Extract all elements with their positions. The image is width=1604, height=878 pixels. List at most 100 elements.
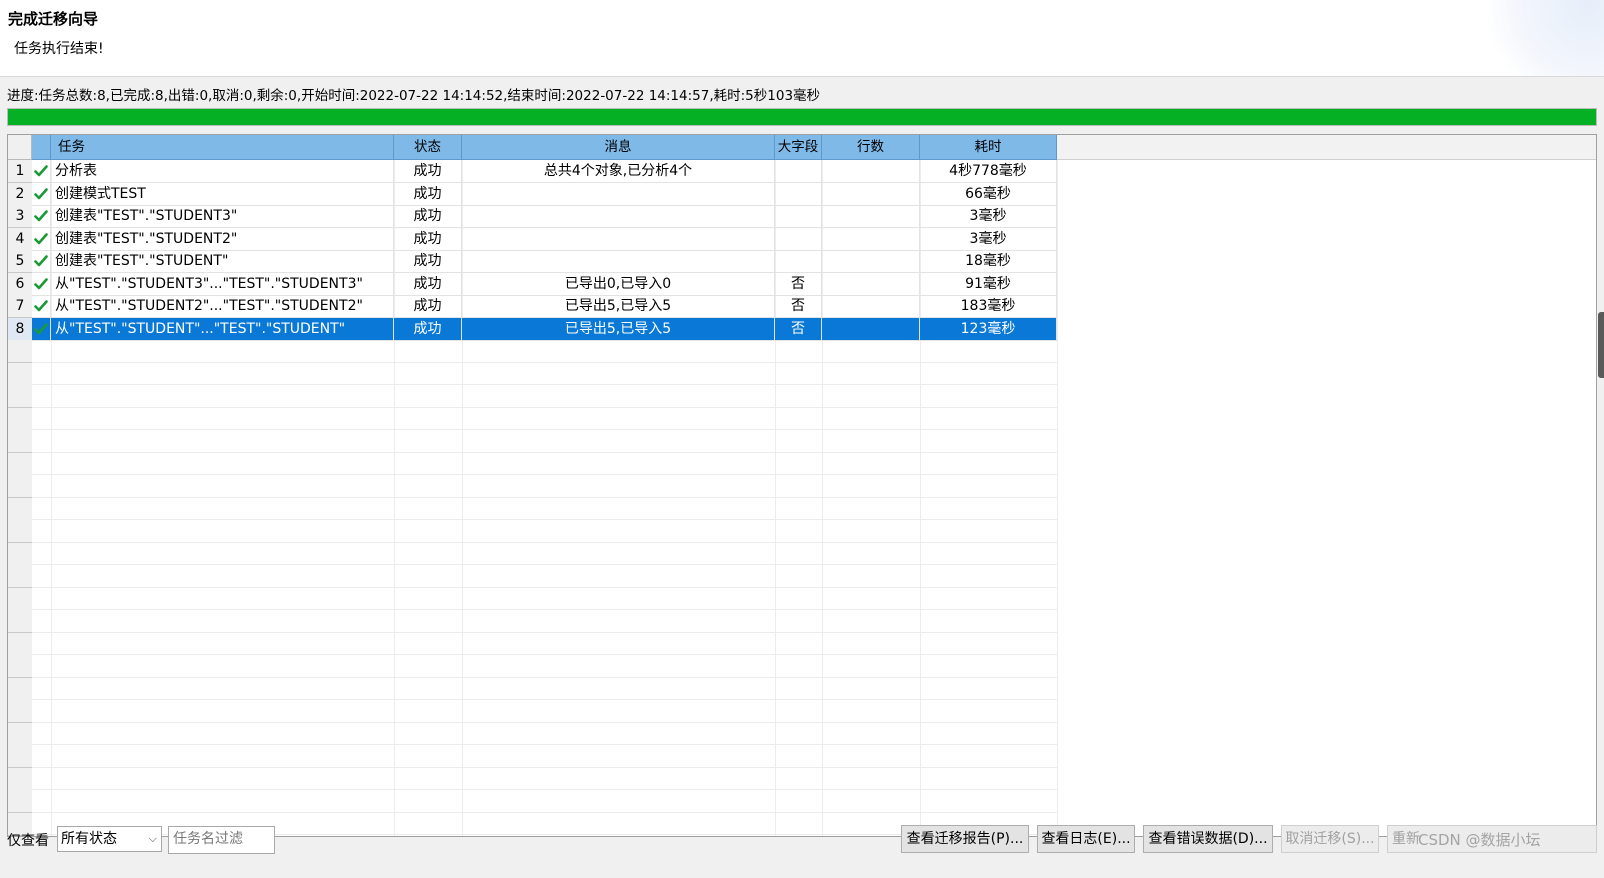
cell-task: 创建表"TEST"."STUDENT3": [51, 205, 394, 228]
grid-line: [32, 631, 1057, 633]
row-number[interactable]: [8, 722, 32, 746]
table-corner: [8, 135, 32, 160]
row-number[interactable]: [8, 340, 32, 363]
cell-time: 4秒778毫秒: [920, 160, 1057, 183]
column-header-filler: [1057, 135, 1596, 160]
grid-line: [32, 811, 1057, 813]
grid-line: [32, 406, 1057, 408]
table-row[interactable]: 创建模式TEST 成功 66毫秒: [32, 182, 1057, 206]
row-number[interactable]: [8, 632, 32, 656]
check-icon: [34, 209, 48, 223]
cell-message: 已导出5,已导入5: [462, 295, 775, 318]
column-header-task[interactable]: 任务: [51, 135, 394, 160]
row-number[interactable]: [8, 385, 32, 408]
row-number[interactable]: [8, 700, 32, 723]
cell-message: 已导出5,已导入5: [462, 317, 775, 341]
status-filter-value: 所有状态: [61, 831, 117, 847]
view-error-data-button[interactable]: 查看错误数据(D)...: [1143, 825, 1273, 853]
grid-line: [32, 519, 1057, 520]
row-number[interactable]: [8, 362, 32, 386]
column-header-icon[interactable]: [32, 135, 51, 160]
view-log-button[interactable]: 查看日志(E)...: [1037, 825, 1135, 853]
table-row[interactable]: 创建表"TEST"."STUDENT3" 成功 3毫秒: [32, 205, 1057, 228]
row-number[interactable]: [8, 677, 32, 701]
cell-time: 18毫秒: [920, 250, 1057, 273]
table-row[interactable]: 创建表"TEST"."STUDENT2" 成功 3毫秒: [32, 227, 1057, 251]
cell-bigfield: [775, 227, 822, 251]
row-number[interactable]: 5: [8, 250, 32, 273]
cell-rows: [822, 160, 920, 183]
table-row[interactable]: 创建表"TEST"."STUDENT" 成功 18毫秒: [32, 250, 1057, 273]
cell-bigfield: [775, 250, 822, 273]
check-icon: [34, 277, 48, 291]
filter-label: 仅查看: [7, 833, 49, 849]
cell-bigfield: 否: [775, 317, 822, 341]
row-number[interactable]: 3: [8, 205, 32, 228]
cell-status: 成功: [394, 160, 462, 183]
row-number[interactable]: 7: [8, 295, 32, 318]
cell-task: 创建模式TEST: [51, 182, 394, 206]
view-report-button[interactable]: 查看迁移报告(P)...: [901, 825, 1029, 853]
row-number[interactable]: [8, 767, 32, 791]
row-number[interactable]: [8, 497, 32, 521]
task-name-filter-input[interactable]: 任务名过滤: [168, 826, 275, 854]
row-number[interactable]: 8: [8, 317, 32, 341]
row-number[interactable]: [8, 542, 32, 566]
table-row[interactable]: 从"TEST"."STUDENT2"..."TEST"."STUDENT2" 成功…: [32, 295, 1057, 318]
grid-line: [32, 541, 1057, 543]
scroll-handle[interactable]: [1598, 312, 1604, 378]
row-number[interactable]: 1: [8, 160, 32, 183]
row-number[interactable]: [8, 745, 32, 768]
row-number[interactable]: [8, 790, 32, 813]
cell-message: 已导出0,已导入0: [462, 272, 775, 296]
grid-line: [32, 699, 1057, 700]
column-header-status[interactable]: 状态: [394, 135, 462, 160]
grid-line: [32, 766, 1057, 768]
cell-task: 创建表"TEST"."STUDENT": [51, 250, 394, 273]
row-number[interactable]: [8, 407, 32, 431]
check-icon: [34, 322, 48, 336]
cell-message: [462, 227, 775, 251]
cell-task: 从"TEST"."STUDENT3"..."TEST"."STUDENT3": [51, 272, 394, 296]
row-number[interactable]: 4: [8, 227, 32, 251]
cell-rows: [822, 295, 920, 318]
check-icon: [34, 299, 48, 313]
row-number[interactable]: [8, 587, 32, 611]
progress-fill: [8, 109, 1596, 125]
task-name-filter-placeholder: 任务名过滤: [173, 831, 243, 847]
cell-task: 从"TEST"."STUDENT"..."TEST"."STUDENT": [51, 317, 394, 341]
table-row[interactable]: 分析表 成功 总共4个对象,已分析4个 4秒778毫秒: [32, 160, 1057, 183]
watermark: CSDN @数据小坛: [1418, 831, 1541, 849]
row-number[interactable]: [8, 475, 32, 498]
status-icon-cell: [32, 317, 51, 341]
row-number[interactable]: [8, 520, 32, 543]
cell-rows: [822, 250, 920, 273]
cell-rows: [822, 205, 920, 228]
table-row[interactable]: 从"TEST"."STUDENT3"..."TEST"."STUDENT3" 成功…: [32, 272, 1057, 296]
cell-bigfield: 否: [775, 272, 822, 296]
cell-status: 成功: [394, 272, 462, 296]
table-row[interactable]: 从"TEST"."STUDENT"..."TEST"."STUDENT" 成功 已导…: [32, 317, 1057, 341]
column-header-message[interactable]: 消息: [462, 135, 775, 160]
page-subtitle: 任务执行结束!: [14, 41, 104, 57]
row-number[interactable]: [8, 610, 32, 633]
row-number[interactable]: 6: [8, 272, 32, 296]
column-header-rows[interactable]: 行数: [822, 135, 920, 160]
row-number[interactable]: [8, 655, 32, 678]
status-icon-cell: [32, 205, 51, 228]
cell-status: 成功: [394, 205, 462, 228]
grid-line: [32, 586, 1057, 588]
row-number[interactable]: [8, 452, 32, 476]
column-header-time[interactable]: 耗时: [920, 135, 1057, 160]
row-number[interactable]: [8, 565, 32, 588]
cell-status: 成功: [394, 295, 462, 318]
grid-line: [32, 654, 1057, 655]
column-header-bigfield[interactable]: 大字段: [775, 135, 822, 160]
row-number[interactable]: 2: [8, 182, 32, 206]
cancel-migration-button[interactable]: 取消迁移(S)...: [1281, 825, 1379, 853]
row-number[interactable]: [8, 430, 32, 453]
status-icon-cell: [32, 160, 51, 183]
status-filter-select[interactable]: 所有状态 ⌵: [57, 826, 162, 852]
check-icon: [34, 164, 48, 178]
task-table[interactable]: 任务 状态 消息 大字段 行数 耗时 12345678 分析表 成功 总共4个对象,…: [7, 134, 1597, 837]
